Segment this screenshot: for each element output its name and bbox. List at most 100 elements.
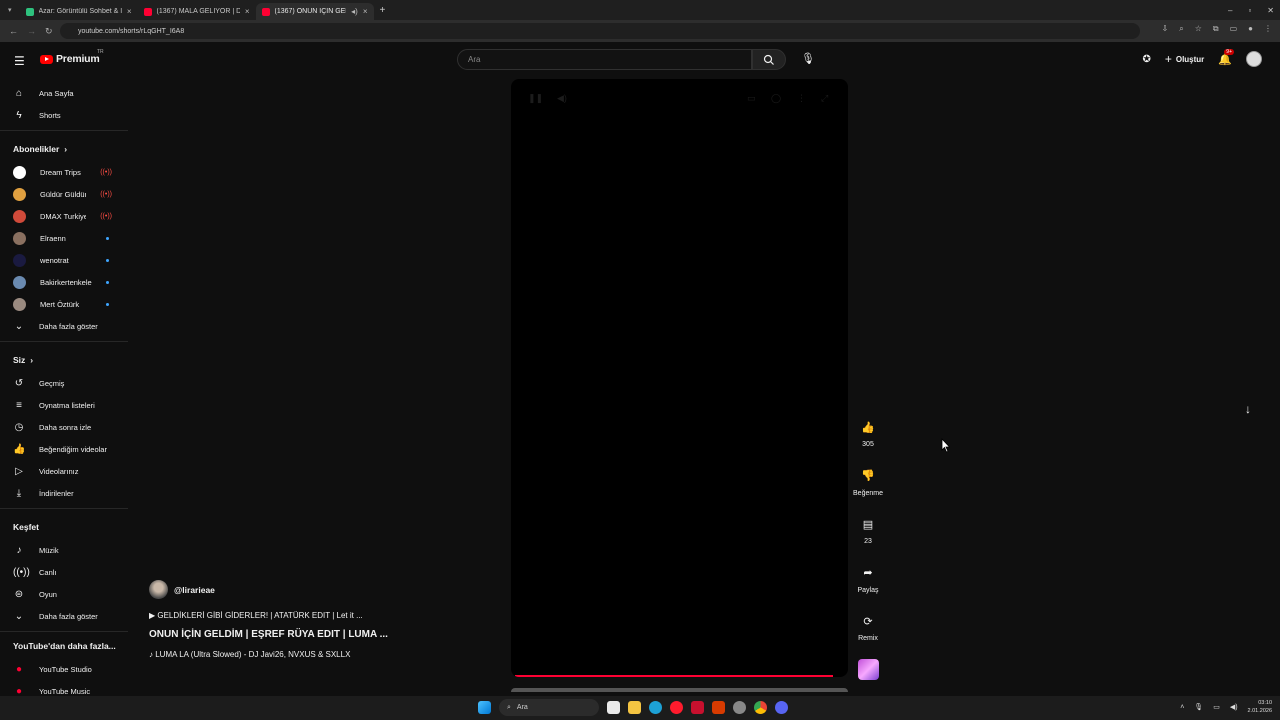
speaker-icon[interactable]: ◀) bbox=[1230, 703, 1238, 711]
install-icon[interactable]: ⇩ bbox=[1162, 24, 1169, 34]
channel-handle[interactable]: @lirarieae bbox=[174, 585, 215, 595]
youtube-premium-logo[interactable]: Premium TR bbox=[40, 49, 104, 65]
reload-icon[interactable]: ↻ bbox=[45, 26, 53, 37]
gift-icon[interactable]: ✪ bbox=[1142, 54, 1150, 65]
thumbs-up-icon[interactable]: 👍 bbox=[857, 416, 879, 438]
subscriptions-heading[interactable]: Abonelikler › bbox=[0, 137, 128, 161]
taskbar-search[interactable]: ⌕ Ara bbox=[499, 699, 599, 716]
sidebar-item-music[interactable]: ♪ Müzik bbox=[0, 539, 128, 561]
tray-mic-icon[interactable]: 🎙 bbox=[1194, 703, 1203, 711]
sidebar-item-channel[interactable]: Mert Öztürk bbox=[0, 293, 128, 315]
captions-icon[interactable]: ▭ bbox=[747, 93, 756, 104]
linked-video[interactable]: ▶ GELDİKLERİ GİBİ GİDERLER! | ATATÜRK ED… bbox=[149, 611, 509, 620]
bookmark-star-icon[interactable]: ☆ bbox=[1195, 24, 1202, 34]
sidebar-item-channel[interactable]: Güldür Güldür ((•)) bbox=[0, 183, 128, 205]
opera-icon[interactable] bbox=[670, 701, 683, 714]
more-options-icon[interactable]: ⋮ bbox=[797, 93, 806, 104]
create-button[interactable]: + Oluştur bbox=[1165, 52, 1204, 66]
sidebar-item-shorts[interactable]: ϟ Shorts bbox=[0, 104, 128, 126]
close-window-icon[interactable]: ✕ bbox=[1267, 6, 1274, 15]
sidebar-item-watch-later[interactable]: ◷ Daha sonra izle bbox=[0, 416, 128, 438]
volume-icon[interactable]: ◀) bbox=[557, 93, 567, 104]
zoom-icon[interactable]: ⌕ bbox=[1179, 24, 1183, 34]
pause-icon[interactable]: ❚❚ bbox=[528, 93, 543, 104]
sidebar-item-channel[interactable]: DMAX Turkiye ((•)) bbox=[0, 205, 128, 227]
sidebar-item-playlists[interactable]: ≡ Oynatma listeleri bbox=[0, 394, 128, 416]
comment-icon[interactable]: ▤ bbox=[857, 513, 879, 535]
sidebar-item-gaming[interactable]: ⊜ Oyun bbox=[0, 583, 128, 605]
comment-bubble-icon[interactable]: ◯ bbox=[771, 93, 781, 104]
audio-icon[interactable]: ◂) bbox=[351, 7, 358, 16]
windows-start-icon[interactable] bbox=[478, 701, 491, 714]
show-more-button[interactable]: ⌄ Daha fazla göster bbox=[0, 605, 128, 627]
channel-avatar[interactable] bbox=[149, 580, 168, 599]
extensions-icon[interactable]: ⧉ bbox=[1213, 24, 1219, 34]
hamburger-menu-icon[interactable]: ☰ bbox=[14, 54, 25, 68]
sidebar-item-channel[interactable]: Dream Trips ((•)) bbox=[0, 161, 128, 183]
share-action[interactable]: ➦ Paylaş bbox=[850, 562, 886, 611]
tab-search-icon[interactable]: ▾ bbox=[8, 6, 12, 14]
profile-icon[interactable]: ● bbox=[1248, 24, 1253, 34]
notifications-button[interactable]: 🔔 9+ bbox=[1218, 48, 1234, 66]
thumbs-down-icon[interactable]: 👎 bbox=[857, 465, 879, 487]
fullscreen-icon[interactable]: ⤢ bbox=[821, 93, 828, 104]
back-icon[interactable]: ← bbox=[9, 26, 18, 36]
you-heading[interactable]: Siz › bbox=[0, 348, 128, 372]
account-avatar[interactable] bbox=[1246, 51, 1262, 67]
browser-tab-azar[interactable]: Azar: Görüntülü Sohbet & I × bbox=[20, 3, 138, 20]
comments-action[interactable]: ▤ 23 bbox=[850, 513, 886, 562]
sidebar-item-home[interactable]: ⌂ Ana Sayfa bbox=[0, 82, 128, 104]
settings-icon[interactable] bbox=[733, 701, 746, 714]
minimize-icon[interactable]: – bbox=[1228, 6, 1232, 15]
edge-icon[interactable] bbox=[649, 701, 662, 714]
discord-icon[interactable] bbox=[775, 701, 788, 714]
close-tab-icon[interactable]: × bbox=[245, 7, 250, 16]
sidebar-toggle-icon[interactable]: ▭ bbox=[1230, 24, 1238, 34]
calendar-app-icon[interactable] bbox=[712, 701, 725, 714]
sidebar-item-downloads[interactable]: ⤓ İndirilenler bbox=[0, 482, 128, 504]
sidebar-item-channel[interactable]: wenotrat bbox=[0, 249, 128, 271]
audio-thumbnail[interactable] bbox=[857, 658, 879, 680]
sidebar-item-studio[interactable]: ● YouTube Studio bbox=[0, 658, 128, 680]
menu-dots-icon[interactable]: ⋮ bbox=[1264, 24, 1272, 34]
remix-action[interactable]: ⟳ Remix bbox=[850, 610, 886, 659]
short-title[interactable]: ONUN İÇİN GELDİM | EŞREF RÜYA EDIT | LUM… bbox=[149, 629, 509, 640]
sidebar-item-history[interactable]: ↺ Geçmiş bbox=[0, 372, 128, 394]
chrome-icon[interactable] bbox=[754, 701, 767, 714]
sidebar-item-your-videos[interactable]: ▷ Videolarınız bbox=[0, 460, 128, 482]
audio-track[interactable]: ♪ LUMA LA (Ultra Slowed) - DJ Javi26, NV… bbox=[149, 650, 509, 659]
browser-tab-onun[interactable]: (1367) ONUN İÇİN GELDİM ◂) × bbox=[255, 3, 374, 20]
share-icon[interactable]: ➦ bbox=[857, 562, 879, 584]
dislike-action[interactable]: 👎 Beğenme bbox=[850, 465, 886, 514]
search-input[interactable]: Ara bbox=[457, 49, 752, 70]
sidebar-item-liked[interactable]: 👍 Beğendiğim videolar bbox=[0, 438, 128, 460]
sidebar-item-live[interactable]: ((•)) Canlı bbox=[0, 561, 128, 583]
maximize-icon[interactable]: ▫ bbox=[1248, 6, 1251, 15]
forward-icon[interactable]: → bbox=[27, 26, 36, 36]
channel-row[interactable]: @lirarieae bbox=[149, 580, 509, 599]
file-explorer-icon[interactable] bbox=[628, 701, 641, 714]
next-short-arrow-icon[interactable]: ↓ bbox=[1245, 402, 1251, 416]
network-icon[interactable]: ▭ bbox=[1213, 703, 1220, 711]
clock[interactable]: 03:10 2.01.2026 bbox=[1248, 699, 1272, 715]
shorts-video-player[interactable]: ❚❚ ◀) ▭ ◯ ⋮ ⤢ bbox=[511, 79, 848, 677]
search-button[interactable] bbox=[752, 49, 786, 70]
url-field[interactable]: youtube.com/shorts/rLqGHT_I6A8 bbox=[60, 23, 1140, 39]
app-icon[interactable] bbox=[691, 701, 704, 714]
show-more-button[interactable]: ⌄ Daha fazla göster bbox=[0, 315, 128, 337]
close-tab-icon[interactable]: × bbox=[127, 7, 132, 16]
microphone-icon[interactable]: 🎙 bbox=[801, 52, 815, 65]
sidebar-item-channel[interactable]: Elraenn bbox=[0, 227, 128, 249]
chevron-right-icon: › bbox=[64, 144, 68, 154]
like-action[interactable]: 👍 305 bbox=[850, 416, 886, 465]
task-view-icon[interactable] bbox=[607, 701, 620, 714]
browser-tab-mala[interactable]: (1367) MALA GELİYOR | DEADF × bbox=[138, 3, 256, 20]
close-tab-icon[interactable]: × bbox=[363, 7, 368, 16]
tray-chevron-icon[interactable]: ˄ bbox=[1180, 704, 1184, 711]
video-progress-bar[interactable] bbox=[515, 675, 833, 677]
remix-icon[interactable]: ⟳ bbox=[857, 610, 879, 632]
next-short-preview[interactable] bbox=[511, 688, 848, 692]
notification-badge: 9+ bbox=[1224, 48, 1234, 55]
new-tab-button[interactable]: + bbox=[380, 5, 386, 16]
sidebar-item-channel[interactable]: Bakirkertenkele31 bbox=[0, 271, 128, 293]
